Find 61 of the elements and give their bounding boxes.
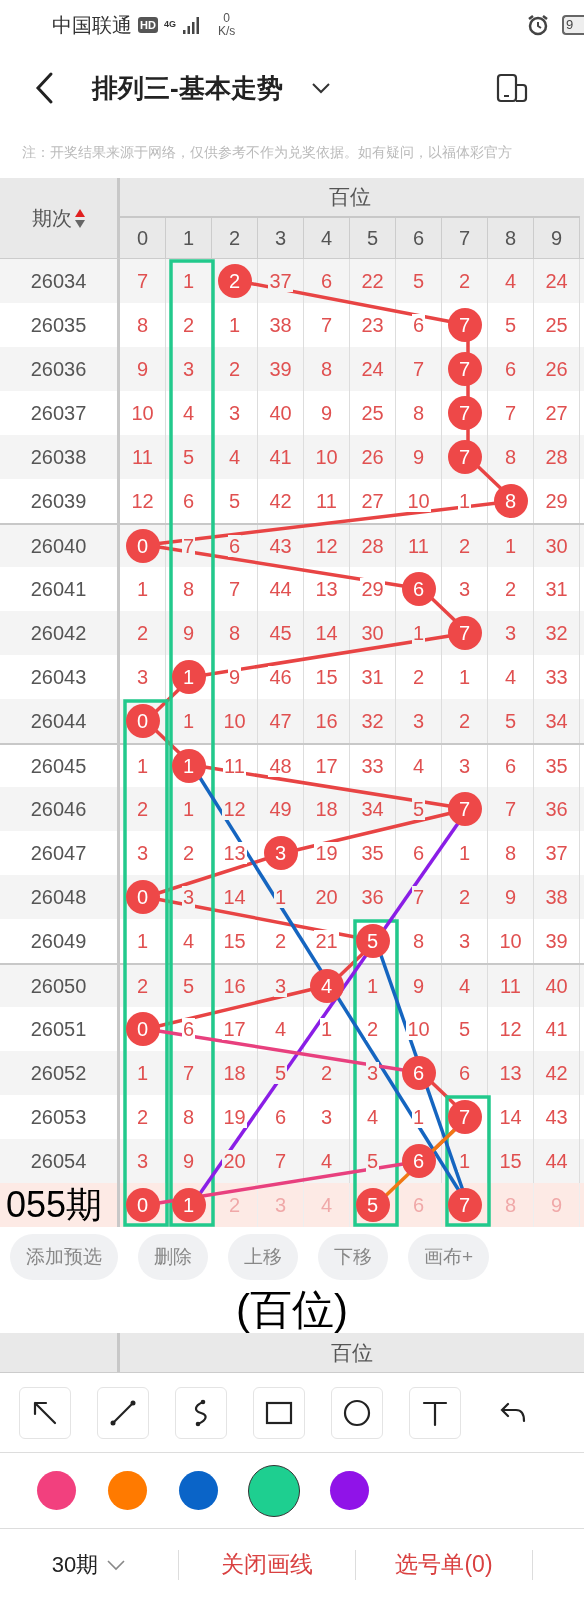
alarm-icon xyxy=(526,13,550,37)
digit-option[interactable]: 8 xyxy=(504,1194,517,1216)
column-header: 6 xyxy=(396,218,442,258)
column-header: 7 xyxy=(442,218,488,258)
group-header: 百位 xyxy=(331,1339,373,1366)
column-header: 9 xyxy=(534,218,580,258)
miss-count: 6 xyxy=(227,535,242,557)
tool-button[interactable] xyxy=(409,1386,461,1439)
column-header: 1 xyxy=(166,218,212,258)
miss-count: 3 xyxy=(181,886,196,908)
period-select[interactable]: 30期 xyxy=(0,1548,178,1581)
carrier-name: 中国联通 xyxy=(52,13,132,38)
color-swatch[interactable] xyxy=(179,1471,218,1510)
drawn-label: 055期 xyxy=(6,1187,103,1223)
miss-count: 13 xyxy=(222,842,247,864)
column-header: 3 xyxy=(258,218,304,258)
action-chip[interactable]: 上移 xyxy=(228,1234,298,1280)
action-chip[interactable]: 删除 xyxy=(138,1234,208,1280)
footer-action[interactable]: 关闭画线 xyxy=(179,1547,355,1582)
color-swatch[interactable] xyxy=(248,1464,300,1517)
action-chip[interactable]: 下移 xyxy=(318,1234,388,1280)
network-type: 4G xyxy=(163,18,176,32)
sort-icon xyxy=(73,207,86,229)
tool-button[interactable] xyxy=(175,1386,227,1439)
device-icon[interactable] xyxy=(496,73,528,103)
action-chip[interactable]: 画布+ xyxy=(408,1234,490,1280)
miss-count: 5 xyxy=(273,1062,288,1084)
speed-unit: K/s xyxy=(217,25,236,38)
footer-action[interactable]: 选号单(0) xyxy=(356,1547,532,1582)
miss-count: 7 xyxy=(181,535,196,557)
miss-count: 5 xyxy=(411,798,426,820)
column-header: 5 xyxy=(350,218,396,258)
speed-value: 0 xyxy=(223,12,230,25)
digit-option[interactable]: 3 xyxy=(274,1194,287,1216)
group-header: 百位 xyxy=(329,184,371,211)
tool-button[interactable] xyxy=(19,1386,71,1439)
column-header: 0 xyxy=(120,218,166,258)
column-header: 2 xyxy=(212,218,258,258)
digit-option[interactable]: 2 xyxy=(228,1194,241,1216)
hd-badge: HD xyxy=(138,17,158,33)
digit-option[interactable]: 4 xyxy=(320,1194,333,1216)
tool-button[interactable] xyxy=(331,1386,383,1439)
digit-option[interactable]: 6 xyxy=(412,1194,425,1216)
battery-icon: 9 xyxy=(562,15,584,35)
tool-button[interactable] xyxy=(97,1386,149,1439)
miss-count: 6 xyxy=(181,1018,196,1040)
action-chip[interactable]: 添加预选 xyxy=(10,1234,118,1280)
column-header: 4 xyxy=(304,218,350,258)
chevron-down-icon xyxy=(106,1558,127,1571)
color-swatch[interactable] xyxy=(37,1471,76,1510)
color-swatch[interactable] xyxy=(330,1471,369,1510)
signal-icon xyxy=(181,15,202,35)
chevron-down-icon[interactable] xyxy=(310,82,331,94)
digit-option[interactable]: 9 xyxy=(550,1194,563,1216)
tool-button[interactable] xyxy=(253,1386,305,1439)
notice-text: 注：开奖结果来源于网络，仅供参考不作为兑奖依据。如有疑问，以福体彩官方 xyxy=(22,142,512,162)
circle-icon xyxy=(342,1397,372,1428)
drawn-label: (百位) xyxy=(236,1289,348,1331)
page-title: 排列三-基本走势 xyxy=(92,71,283,105)
column-header: 8 xyxy=(488,218,534,258)
color-swatch[interactable] xyxy=(108,1471,147,1510)
